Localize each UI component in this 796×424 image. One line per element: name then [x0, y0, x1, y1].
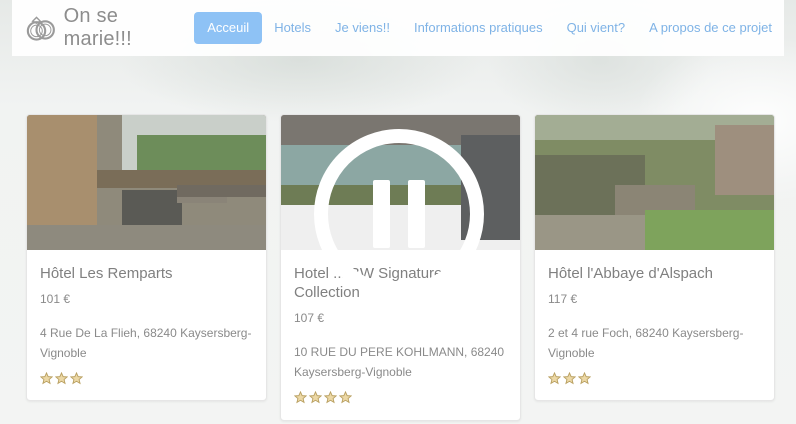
star-icon: [309, 391, 322, 404]
star-icon: [563, 372, 576, 385]
hotel-price: 101 €: [40, 292, 71, 306]
star-icon: [40, 372, 53, 385]
star-icon: [324, 391, 337, 404]
hotel-card[interactable]: Hôtel l'Abbaye d'Alspach 117 € 2 et 4 ru…: [534, 114, 775, 401]
hotel-name: Hôtel l'Abbaye d'Alspach: [548, 265, 713, 282]
nav-item-informations-pratiques[interactable]: Informations pratiques: [402, 12, 555, 44]
hotel-price: 117 €: [548, 292, 578, 306]
nav-item-accueil[interactable]: Acceuil: [194, 12, 263, 44]
wedding-rings-icon: [26, 16, 55, 41]
nav-item-je-viens[interactable]: Je viens!!: [323, 12, 402, 44]
nav-item-hotels[interactable]: Hotels: [262, 12, 323, 44]
hotel-card[interactable]: Hôtel Les Remparts 101 € 4 Rue De La Fli…: [26, 114, 267, 401]
hotel-photo: [27, 115, 266, 250]
star-rating: [548, 372, 761, 385]
star-rating: [40, 372, 253, 385]
star-icon: [70, 372, 83, 385]
nav-item-qui-vient[interactable]: Qui vient?: [555, 12, 638, 44]
hotel-photo: [535, 115, 774, 250]
nav-item-a-propos[interactable]: A propos de ce projet: [637, 12, 784, 44]
star-icon: [339, 391, 352, 404]
pause-icon[interactable]: [313, 128, 485, 300]
brand-title: On se marie!!!: [63, 5, 132, 50]
star-icon: [55, 372, 68, 385]
star-icon: [294, 391, 307, 404]
main-nav: Acceuil Hotels Je viens!! Informations p…: [194, 12, 784, 44]
star-icon: [578, 372, 591, 385]
hotel-name: Hôtel Les Remparts: [40, 265, 173, 282]
hotel-address: 4 Rue De La Flieh, 68240 Kaysersberg-Vig…: [40, 326, 252, 360]
brand[interactable]: On se marie!!!: [24, 5, 187, 51]
hotel-address: 2 et 4 rue Foch, 68240 Kaysersberg-Vigno…: [548, 326, 744, 360]
star-rating: [294, 391, 507, 404]
hotel-address: 10 RUE DU PERE KOHLMANN, 68240 Kaysersbe…: [294, 345, 505, 379]
hotel-price: 107 €: [294, 311, 325, 325]
star-icon: [548, 372, 561, 385]
top-navbar: On se marie!!! Acceuil Hotels Je viens!!…: [12, 0, 784, 56]
